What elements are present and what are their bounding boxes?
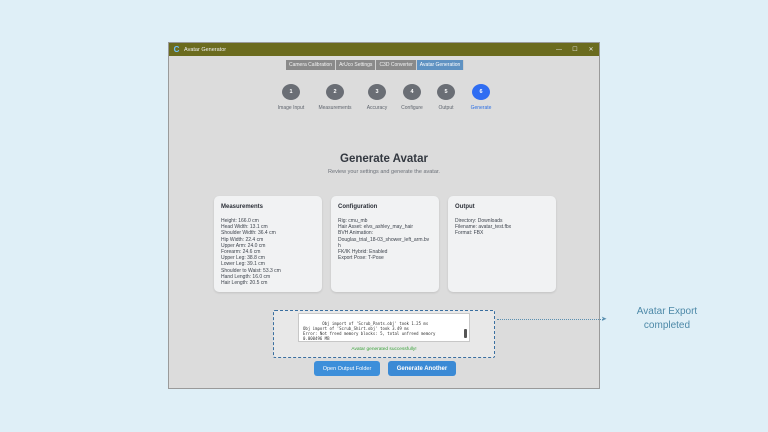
step-image-input[interactable]: 1 Image Input xyxy=(273,84,309,111)
step-label: Output xyxy=(438,105,454,111)
generate-another-button[interactable]: Generate Another xyxy=(388,361,456,376)
tab-c3d-converter[interactable]: C3D Converter xyxy=(376,60,417,70)
output-line: Format: FBX xyxy=(455,230,484,237)
configuration-card: Configuration Rig: cmu_mb Hair Asset: el… xyxy=(331,196,439,292)
config-line: Export Pose: T-Pose xyxy=(338,255,384,262)
minimize-button[interactable]: — xyxy=(551,43,567,56)
step-number: 5 xyxy=(437,84,455,100)
callout-connector xyxy=(497,319,603,320)
log-scrollbar[interactable] xyxy=(464,329,467,338)
step-number: 3 xyxy=(368,84,386,100)
main-content: Camera Calibration ArUco Settings C3D Co… xyxy=(169,57,599,389)
step-number: 1 xyxy=(282,84,300,100)
arrow-right-icon: ➤ xyxy=(601,316,607,323)
page-title: Generate Avatar xyxy=(340,153,428,165)
log-text: Obj import of 'Scrub_Pants.obj' took 1.2… xyxy=(303,321,436,341)
step-indicator: 1 Image Input 2 Measurements 3 Accuracy … xyxy=(169,84,599,114)
step-label: Image Input xyxy=(277,105,305,111)
app-logo-icon: C xyxy=(173,45,180,54)
app-window: C Avatar Generator — ☐ ✕ Camera Calibrat… xyxy=(168,42,600,389)
step-measurements[interactable]: 2 Measurements xyxy=(317,84,353,111)
card-title: Configuration xyxy=(338,204,378,210)
step-configure[interactable]: 4 Configure xyxy=(394,84,430,111)
tab-bar: Camera Calibration ArUco Settings C3D Co… xyxy=(286,60,465,70)
step-label: Measurements xyxy=(318,105,352,111)
step-label: Configure xyxy=(401,105,423,111)
card-title: Measurements xyxy=(221,204,264,210)
log-output[interactable]: Obj import of 'Scrub_Pants.obj' took 1.2… xyxy=(298,313,470,342)
step-generate[interactable]: 6 Generate xyxy=(463,84,499,111)
step-output[interactable]: 5 Output xyxy=(428,84,464,111)
card-title: Output xyxy=(455,204,475,210)
callout-annotation: Avatar Export completed xyxy=(636,306,698,331)
tab-avatar-generation[interactable]: Avatar Generation xyxy=(416,60,465,70)
log-panel: Obj import of 'Scrub_Pants.obj' took 1.2… xyxy=(273,310,495,358)
config-line: Douglas_trial_18-03_shower_left_arm.bv xyxy=(338,236,430,243)
page-subtitle: Review your settings and generate the av… xyxy=(328,169,440,175)
output-card: Output Directory: Downloads Filename: av… xyxy=(448,196,556,292)
maximize-button[interactable]: ☐ xyxy=(567,43,583,56)
measurement-line: Hair Length: 20.5 cm xyxy=(221,280,268,287)
open-output-folder-button[interactable]: Open Output Folder xyxy=(314,361,380,376)
title-bar: C Avatar Generator — ☐ ✕ xyxy=(169,43,599,56)
step-accuracy[interactable]: 3 Accuracy xyxy=(359,84,395,111)
close-button[interactable]: ✕ xyxy=(583,43,599,56)
tab-camera-calibration[interactable]: Camera Calibration xyxy=(286,60,337,70)
window-title: Avatar Generator xyxy=(184,46,227,53)
step-label: Accuracy xyxy=(366,105,388,111)
step-number: 2 xyxy=(326,84,344,100)
step-number: 4 xyxy=(403,84,421,100)
tab-aruco-settings[interactable]: ArUco Settings xyxy=(336,60,377,70)
measurements-card: Measurements Height: 166.0 cm Head Width… xyxy=(214,196,322,292)
step-number: 6 xyxy=(472,84,490,100)
step-label: Generate xyxy=(470,105,492,111)
status-message: Avatar generated successfully! xyxy=(351,347,417,352)
